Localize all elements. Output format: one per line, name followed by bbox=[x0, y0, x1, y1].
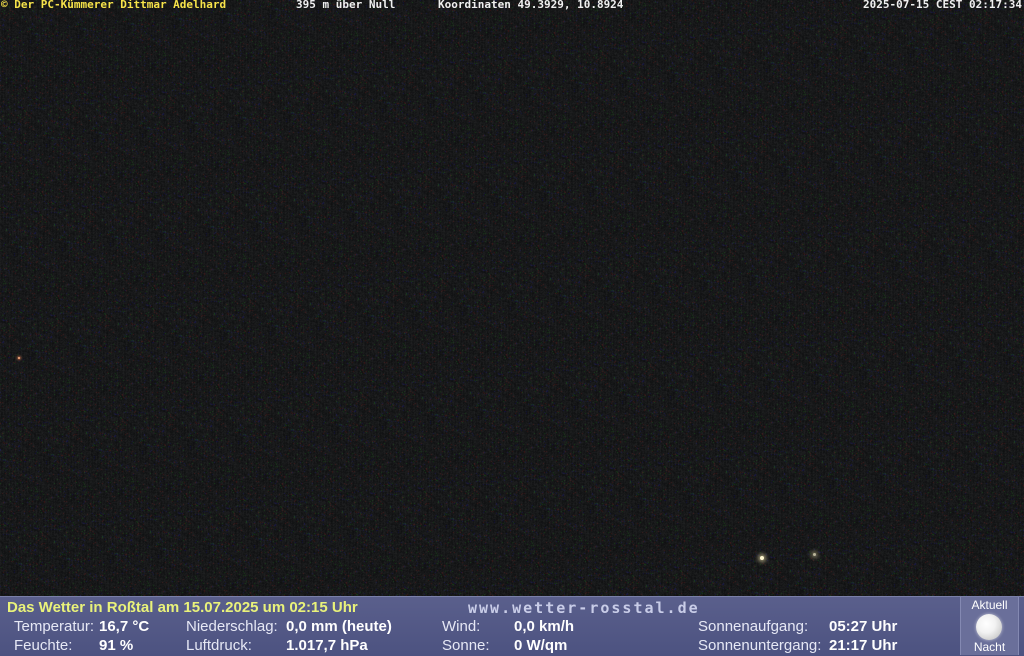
full-moon-icon bbox=[976, 614, 1002, 640]
sunset-label: Sonnenuntergang: bbox=[698, 637, 822, 654]
sun-label: Sonne: bbox=[442, 637, 490, 654]
sun-value: 0 W/qm bbox=[514, 637, 568, 654]
altitude-text: 395 m über Null bbox=[296, 0, 396, 11]
moon-phase-bottom-label: Nacht bbox=[973, 640, 1006, 654]
distant-light bbox=[18, 357, 20, 359]
webcam-info-bar: © Der PC-Kümmerer Dittmar Adelhard 395 m… bbox=[0, 0, 1024, 12]
webcam-frame: © Der PC-Kümmerer Dittmar Adelhard 395 m… bbox=[0, 0, 1024, 656]
website-url: www.wetter-rosstal.de bbox=[468, 599, 700, 617]
weather-panel: Das Wetter in Roßtal am 15.07.2025 um 02… bbox=[0, 596, 1024, 656]
temperature-label: Temperatur: bbox=[14, 618, 95, 635]
wind-value: 0,0 km/h bbox=[514, 618, 575, 635]
moon-phase-top-label: Aktuell bbox=[971, 598, 1008, 612]
timestamp-text: 2025-07-15 CEST 02:17:34 bbox=[863, 0, 1022, 11]
sunset-value: 21:17 Uhr bbox=[829, 637, 898, 654]
wind-label: Wind: bbox=[442, 618, 481, 635]
precipitation-label: Niederschlag: bbox=[186, 618, 278, 635]
moon-phase-box: Aktuell Nacht bbox=[960, 597, 1019, 655]
weather-title: Das Wetter in Roßtal am 15.07.2025 um 02… bbox=[7, 599, 358, 616]
distant-light bbox=[760, 556, 764, 560]
coordinates-text: Koordinaten 49.3929, 10.8924 bbox=[438, 0, 624, 11]
distant-light bbox=[813, 553, 816, 556]
sunrise-value: 05:27 Uhr bbox=[829, 618, 898, 635]
night-webcam-image bbox=[0, 0, 1024, 596]
pressure-label: Luftdruck: bbox=[186, 637, 252, 654]
humidity-value: 91 % bbox=[99, 637, 134, 654]
copyright-text: © Der PC-Kümmerer Dittmar Adelhard bbox=[1, 0, 227, 11]
pressure-value: 1.017,7 hPa bbox=[286, 637, 368, 654]
sensor-noise bbox=[0, 0, 1024, 596]
humidity-label: Feuchte: bbox=[14, 637, 73, 654]
precipitation-value: 0,0 mm (heute) bbox=[286, 618, 392, 635]
sunrise-label: Sonnenaufgang: bbox=[698, 618, 809, 635]
temperature-value: 16,7 °C bbox=[99, 618, 150, 635]
